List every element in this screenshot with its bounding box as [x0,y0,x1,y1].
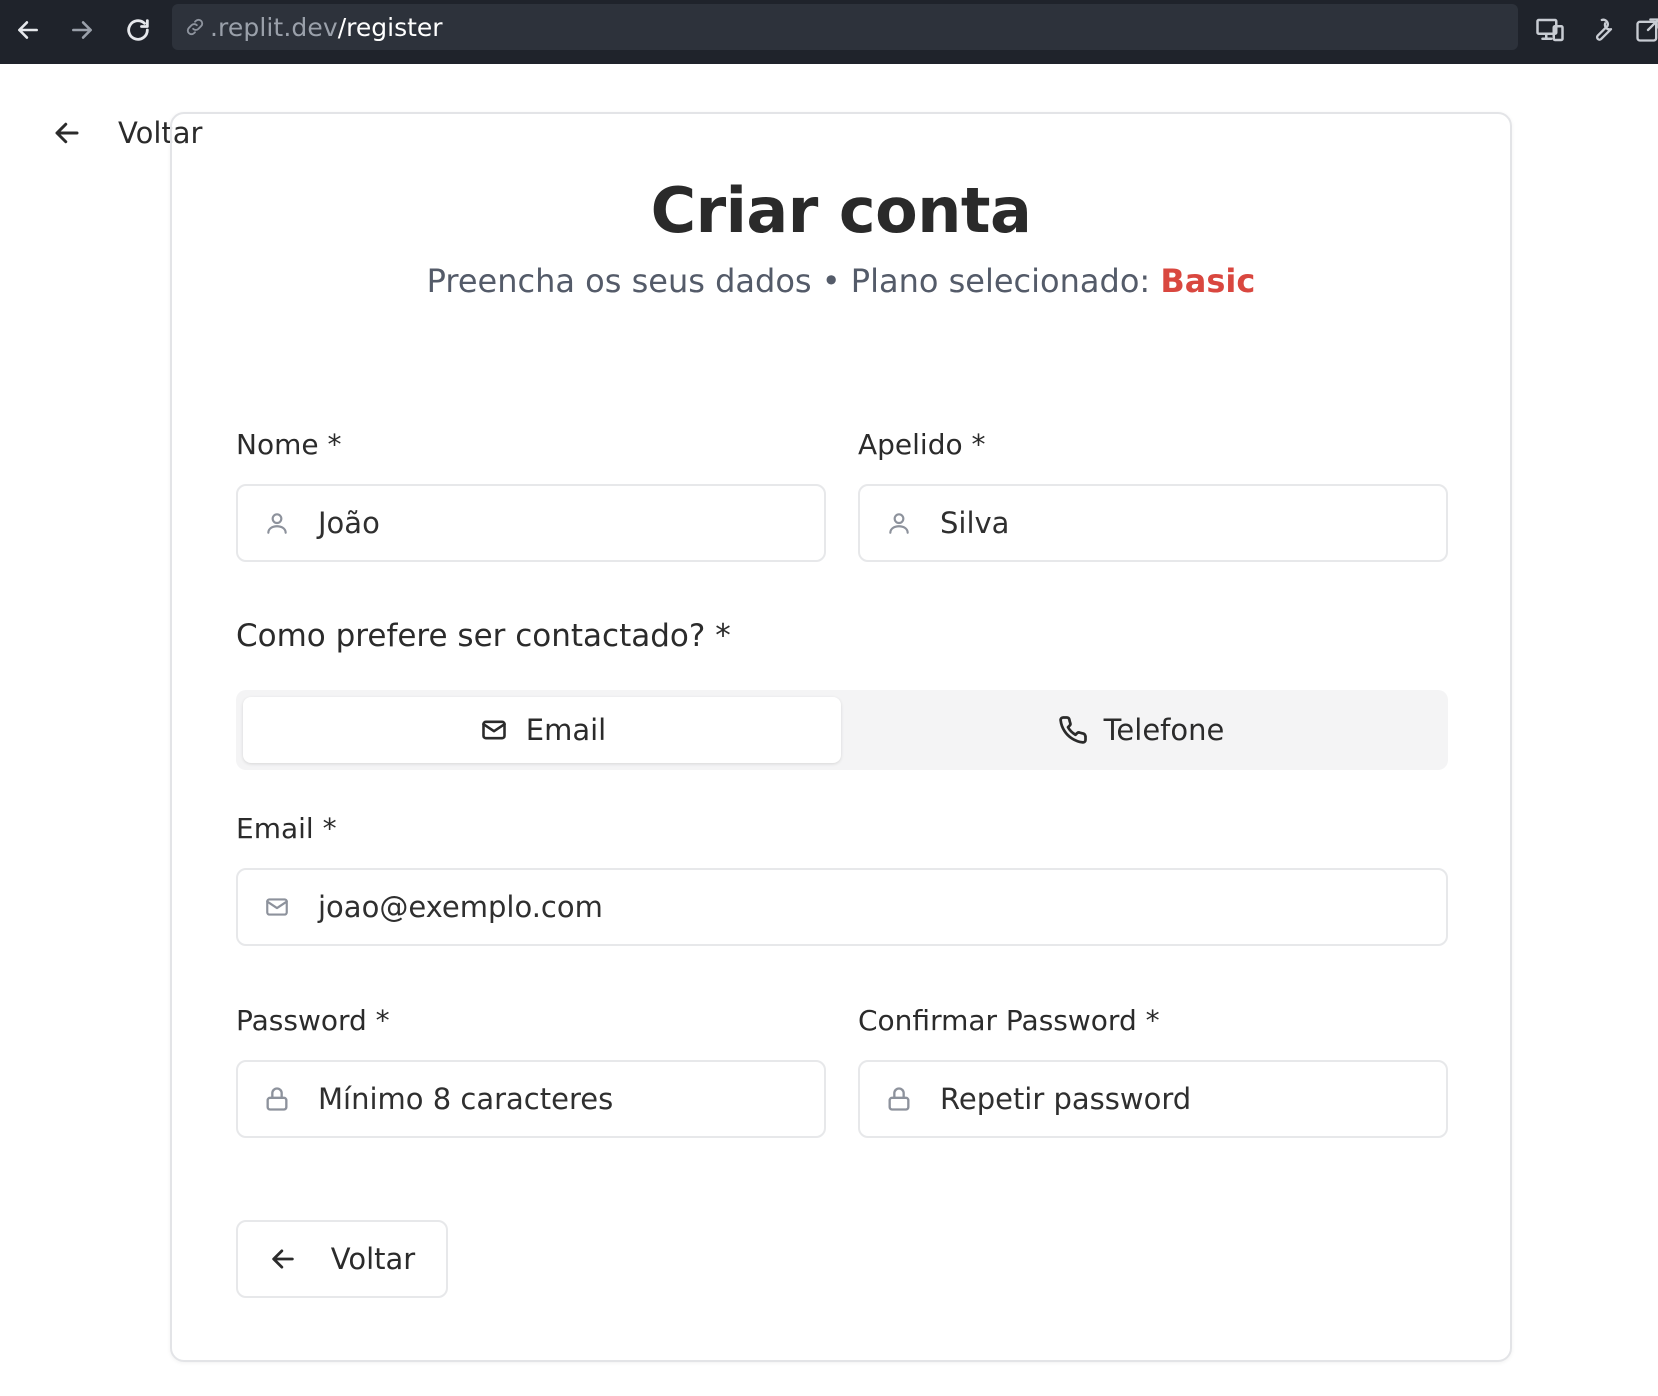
password-placeholder: Mínimo 8 caracteres [318,1082,614,1116]
address-bar[interactable]: .replit.dev/register [172,4,1518,50]
open-window-button[interactable] [1628,10,1658,50]
first-name-value: João [318,506,380,540]
page-subtitle: Preencha os seus dados • Plano seleciona… [172,262,1510,300]
phone-icon [1058,716,1087,744]
contact-option-email[interactable]: Email [243,697,841,763]
devices-button[interactable] [1530,10,1570,50]
devices-icon [1536,18,1564,42]
back-arrow-icon [18,21,38,39]
back-button-label: Voltar [330,1242,416,1276]
lock-icon [884,1084,914,1114]
browser-back-button[interactable] [8,10,48,50]
email-label: Email * [236,812,337,845]
mail-icon [262,892,292,922]
arrow-left-icon [272,1249,294,1269]
first-name-field[interactable]: João [236,484,826,562]
subtitle-text: Preencha os seus dados • Plano seleciona… [426,262,1161,300]
external-window-icon [1636,18,1658,42]
contact-preference-toggle: Email Telefone [236,690,1448,770]
password-field[interactable]: Mínimo 8 caracteres [236,1060,826,1138]
contact-option-phone-label: Telefone [1103,713,1225,747]
back-button[interactable]: Voltar [236,1220,448,1298]
first-name-label: Nome * [236,428,342,461]
lock-icon [262,1084,292,1114]
browser-reload-button[interactable] [118,10,158,50]
password-label: Password * [236,1004,390,1037]
arrow-left-icon [55,122,79,144]
browser-toolbar: .replit.dev/register [0,0,1658,64]
wrench-icon [1596,18,1613,41]
forward-arrow-icon [72,21,92,39]
contact-option-phone[interactable]: Telefone [841,697,1441,763]
user-icon [884,508,914,538]
link-icon [182,14,208,40]
email-field[interactable]: joao@exemplo.com [236,868,1448,946]
contact-option-email-label: Email [525,713,607,747]
last-name-label: Apelido * [858,428,986,461]
confirm-password-label: Confirmar Password * [858,1004,1160,1037]
reload-icon [127,19,149,41]
url-host: .replit.dev [210,12,338,42]
page-title: Criar conta [650,174,1032,247]
confirm-password-placeholder: Repetir password [940,1082,1192,1116]
register-card: Criar conta Preencha os seus dados • Pla… [170,112,1512,1362]
selected-plan: Basic [1160,262,1256,300]
tools-button[interactable] [1582,10,1622,50]
email-value: joao@exemplo.com [318,890,603,924]
contact-preference-label: Como prefere ser contactado? * [236,618,731,654]
url-path: /register [337,12,443,42]
confirm-password-field[interactable]: Repetir password [858,1060,1448,1138]
user-icon [262,508,292,538]
mail-icon [481,720,506,740]
last-name-value: Silva [940,506,1010,540]
browser-forward-button[interactable] [62,10,102,50]
last-name-field[interactable]: Silva [858,484,1448,562]
